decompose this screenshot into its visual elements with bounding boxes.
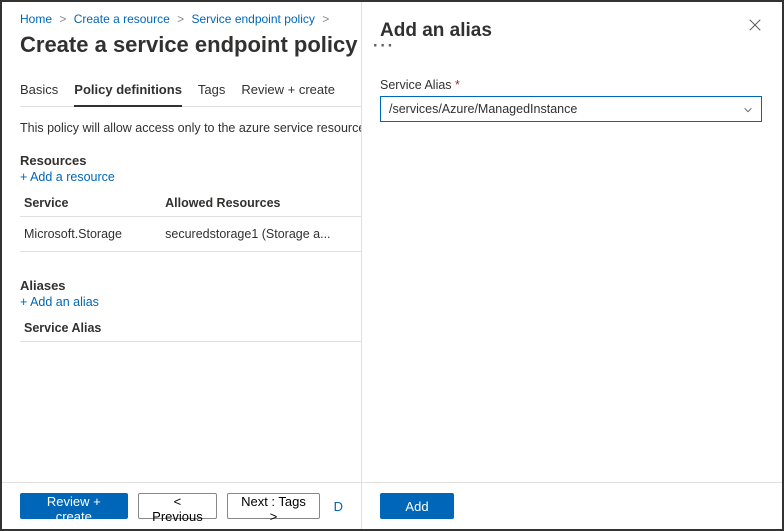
tab-tags[interactable]: Tags xyxy=(198,82,225,106)
required-indicator: * xyxy=(455,78,460,92)
field-label-text: Service Alias xyxy=(380,78,452,92)
breadcrumb-sep: > xyxy=(55,12,70,26)
review-create-button[interactable]: Review + create xyxy=(20,493,128,519)
breadcrumb: Home > Create a resource > Service endpo… xyxy=(20,12,361,26)
breadcrumb-sep: > xyxy=(173,12,188,26)
breadcrumb-home[interactable]: Home xyxy=(20,12,52,26)
tab-basics[interactable]: Basics xyxy=(20,82,58,106)
service-alias-value: /services/Azure/ManagedInstance xyxy=(389,102,577,116)
close-icon[interactable] xyxy=(748,18,762,36)
add-alias-panel: Add an alias Service Alias * /services/A… xyxy=(362,2,782,529)
col-service-alias: Service Alias xyxy=(20,315,361,342)
main-content: Home > Create a resource > Service endpo… xyxy=(2,2,362,529)
add-button[interactable]: Add xyxy=(380,493,454,519)
panel-footer: Add xyxy=(362,482,782,529)
resources-heading: Resources xyxy=(20,153,361,168)
add-alias-link[interactable]: Add an alias xyxy=(20,295,361,309)
aliases-table: Service Alias xyxy=(20,315,361,342)
add-resource-link[interactable]: Add a resource xyxy=(20,170,361,184)
aliases-heading: Aliases xyxy=(20,278,361,293)
resources-table: Service Allowed Resources Microsoft.Stor… xyxy=(20,190,361,252)
tab-policy-definitions[interactable]: Policy definitions xyxy=(74,82,182,107)
wizard-footer: Review + create < Previous Next : Tags >… xyxy=(2,482,361,529)
panel-title: Add an alias xyxy=(380,20,762,42)
col-allowed-resources: Allowed Resources xyxy=(161,190,361,217)
breadcrumb-sep: > xyxy=(318,12,333,26)
table-row[interactable]: Microsoft.Storage securedstorage1 (Stora… xyxy=(20,217,361,252)
policy-description: This policy will allow access only to th… xyxy=(20,121,361,135)
col-service: Service xyxy=(20,190,161,217)
service-alias-select[interactable]: /services/Azure/ManagedInstance xyxy=(380,96,762,122)
tab-bar: Basics Policy definitions Tags Review + … xyxy=(20,82,361,107)
chevron-down-icon xyxy=(743,104,753,114)
breadcrumb-service-endpoint-policy[interactable]: Service endpoint policy xyxy=(191,12,314,26)
page-title: Create a service endpoint policy ⋯ xyxy=(20,32,361,58)
previous-button[interactable]: < Previous xyxy=(138,493,218,519)
service-alias-label: Service Alias * xyxy=(380,78,762,92)
next-button[interactable]: Next : Tags > xyxy=(227,493,319,519)
cell-allowed-resources: securedstorage1 (Storage a... xyxy=(161,217,361,252)
cell-service: Microsoft.Storage xyxy=(20,217,161,252)
page-title-text: Create a service endpoint policy xyxy=(20,32,357,57)
breadcrumb-create-resource[interactable]: Create a resource xyxy=(74,12,170,26)
tab-review-create[interactable]: Review + create xyxy=(241,82,335,106)
discard-link-truncated[interactable]: D xyxy=(334,499,343,514)
